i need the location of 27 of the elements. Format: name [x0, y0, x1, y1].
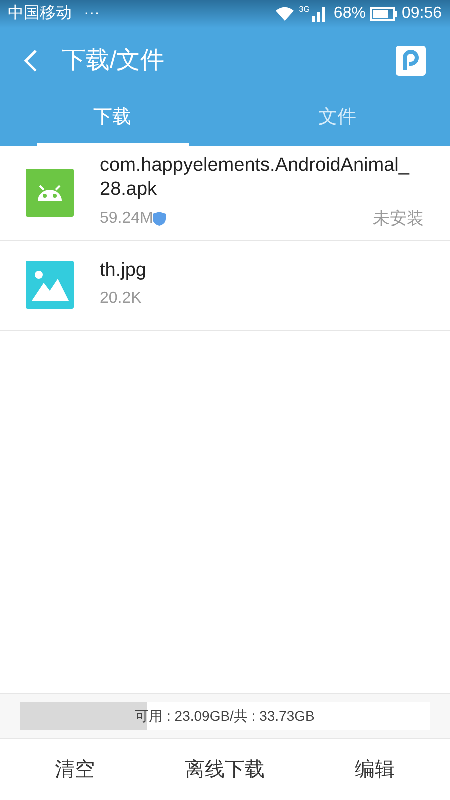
more-indicator: ···: [84, 4, 100, 24]
battery-percent: 68%: [334, 4, 366, 24]
shield-icon: [153, 212, 166, 226]
file-size: 20.2K: [100, 289, 142, 309]
back-icon: [24, 49, 38, 73]
back-button[interactable]: [24, 49, 38, 73]
file-row[interactable]: com.happyelements.AndroidAnimal_28.apk 59.24M 未安装: [0, 146, 450, 240]
action-button[interactable]: 清空: [0, 739, 150, 800]
carrier-name: 中国移动: [8, 4, 72, 24]
signal-icon: [312, 6, 326, 22]
install-status: 未安装: [373, 208, 424, 230]
file-size: 59.24M: [100, 208, 154, 229]
file-row[interactable]: th.jpg 20.2K: [0, 240, 450, 330]
clock-time: 09:56: [402, 4, 442, 24]
android-icon: [26, 168, 74, 217]
network-type: 3G: [299, 4, 310, 16]
battery-icon: [370, 7, 398, 21]
p-logo-button[interactable]: [396, 46, 426, 76]
wifi-icon: [275, 6, 296, 22]
page-title: 下载/文件: [62, 46, 165, 76]
storage-text: 可用 : 23.09GB/共 : 33.73GB: [134, 706, 316, 726]
p-logo-icon: [401, 50, 421, 72]
action-button[interactable]: 离线下载: [150, 739, 300, 800]
file-name: th.jpg: [100, 259, 148, 283]
file-name: com.happyelements.AndroidAnimal_28.apk: [100, 154, 411, 202]
image-icon: [26, 261, 74, 309]
action-button[interactable]: 编辑: [300, 739, 450, 800]
